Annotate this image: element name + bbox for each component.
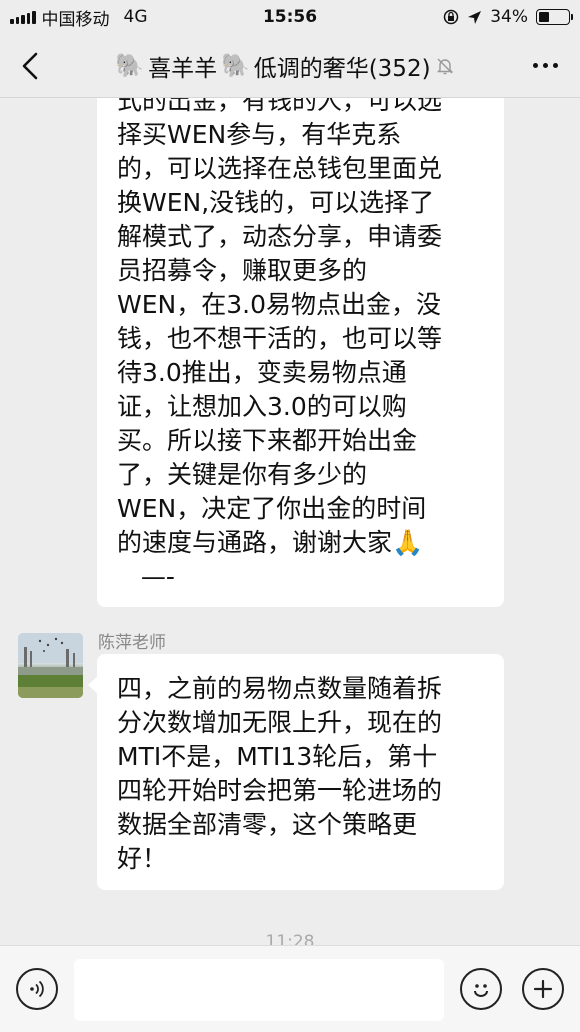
chevron-left-icon — [22, 52, 38, 79]
message-line: 分次数增加无限上升，现在的 — [117, 708, 443, 737]
title-part: 低调的奢华(352) — [253, 55, 431, 82]
message-line: 的，可以选择在总钱包里面兑 — [117, 154, 443, 183]
status-left: 中国移动 4G — [10, 5, 148, 30]
message-line: 员招募令，赚取更多的 — [117, 256, 368, 285]
message-line: 四轮开始时会把第一轮进场的 — [117, 776, 443, 805]
chat-title[interactable]: 🐘 喜羊羊 🐘 低调的奢华(352) — [60, 49, 510, 83]
voice-icon — [30, 980, 44, 998]
avatar[interactable] — [18, 633, 83, 698]
message-bubble[interactable]: 四，之前的易物点数量随着拆 分次数增加无限上升，现在的 MTI不是，MTI13轮… — [88, 654, 504, 890]
message-line: 好！ — [117, 844, 168, 873]
more-button[interactable] — [510, 34, 580, 98]
battery-icon — [536, 9, 573, 25]
message-line: —- — [117, 562, 175, 591]
carrier-label: 中国移动 — [41, 9, 110, 30]
battery-percent: 34% — [490, 7, 528, 27]
message-line: 待3.0推出，变卖易物点通 — [117, 358, 407, 387]
message-line: 四，之前的易物点数量随着拆 — [117, 674, 443, 703]
network-label: 4G — [123, 7, 148, 27]
title-part: 喜羊羊 — [148, 55, 218, 82]
message-line: 换WEN,没钱的，可以选择了 — [117, 188, 435, 217]
elephant-icon: 🐘 — [115, 53, 145, 79]
message-line: 买。所以接下来都开始出金 — [117, 426, 418, 455]
avatar-photo — [18, 633, 83, 698]
message-line: MTI不是，MTI13轮后，第十 — [117, 742, 438, 771]
sender-name: 陈萍老师 — [98, 633, 166, 653]
voice-button[interactable] — [16, 968, 58, 1010]
message-line: WEN，在3.0易物点出金，没 — [117, 290, 441, 319]
message-line: 的速度与通路，谢谢大家🙏 — [117, 528, 424, 557]
plus-button[interactable] — [522, 968, 564, 1010]
message-list[interactable]: 式的出金，有钱的人，可以选 择买WEN参与，有华克系 的，可以选择在总钱包里面兑… — [0, 0, 580, 945]
emoji-icon — [474, 984, 488, 997]
bell-muted-icon — [436, 58, 453, 74]
message-line: WEN，决定了你出金的时间 — [117, 494, 427, 523]
more-dot — [542, 63, 548, 68]
rotation-lock-icon — [443, 9, 459, 25]
time-divider: 11:28 — [265, 932, 315, 945]
message-line: 了，关键是你有多少的 — [117, 460, 368, 489]
battery-fill — [539, 12, 549, 22]
input-bar — [0, 945, 580, 1032]
status-bar: 中国移动 4G 15:56 34% — [0, 0, 580, 34]
message-bubble[interactable]: 式的出金，有钱的人，可以选 择买WEN参与，有华克系 的，可以选择在总钱包里面兑… — [97, 62, 504, 607]
message-line: 证，让想加入3.0的可以购 — [117, 392, 407, 421]
more-dot — [552, 63, 558, 68]
signal-icon — [10, 10, 36, 24]
emoji-button[interactable] — [460, 968, 502, 1010]
message-line: 择买WEN参与，有华克系 — [117, 120, 402, 149]
more-dots-icon — [532, 63, 538, 68]
location-icon — [468, 10, 482, 24]
message-line: 钱，也不想干活的，也可以等 — [117, 324, 443, 353]
plus-icon — [533, 979, 553, 999]
back-button[interactable] — [0, 34, 60, 98]
elephant-icon: 🐘 — [221, 53, 250, 79]
message-line: 数据全部清零，这个策略更 — [117, 810, 418, 839]
nav-bar: 🐘 喜羊羊 🐘 低调的奢华(352) — [0, 34, 580, 98]
chat-screen: 式的出金，有钱的人，可以选 择买WEN参与，有华克系 的，可以选择在总钱包里面兑… — [0, 0, 580, 1032]
status-right: 34% — [443, 7, 573, 27]
message-input[interactable] — [74, 959, 444, 1021]
message-line: 解模式了，动态分享，申请委 — [117, 222, 443, 251]
